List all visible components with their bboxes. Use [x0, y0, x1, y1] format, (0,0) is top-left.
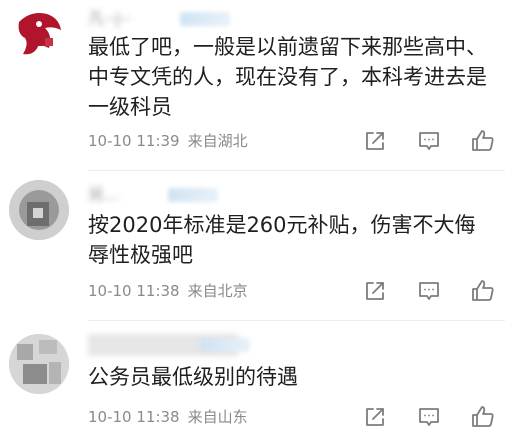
comment-text: 最低了吧，一般是以前遗留下来那些高中、中专文凭的人，现在没有了，本科考进去是一级… — [88, 35, 487, 119]
reply-button[interactable] — [416, 404, 442, 430]
comment-time: 10-10 11:38 — [88, 408, 180, 426]
thumbs-up-icon — [472, 406, 494, 427]
like-button[interactable] — [470, 404, 496, 430]
share-button[interactable] — [362, 278, 388, 304]
share-button[interactable] — [362, 404, 388, 430]
comment-actions — [352, 128, 500, 154]
reply-icon — [419, 282, 439, 300]
share-icon — [366, 282, 384, 300]
comment-location: 来自北京 — [187, 282, 248, 300]
comment-text: 按2020年标准是260元补贴，伤害不大侮辱性极强吧 — [88, 213, 476, 267]
comment-time: 10-10 11:38 — [88, 282, 180, 300]
user-badge — [200, 338, 250, 352]
thumbs-up-icon — [472, 130, 494, 151]
comment-item: · · 公务员最低级别的待遇 10-10 11:38来自山东 — [0, 322, 505, 433]
share-icon — [366, 132, 384, 150]
username[interactable]: 凡·-|-· — [88, 8, 131, 30]
like-button[interactable] — [470, 128, 496, 154]
comment-item: 凡·-|-· 最低了吧，一般是以前遗留下来那些高中、中专文凭的人，现在没有了，本… — [0, 0, 505, 171]
comment-location: 来自湖北 — [187, 132, 248, 150]
reply-button[interactable] — [416, 128, 442, 154]
reply-button[interactable] — [416, 278, 442, 304]
thumbs-up-icon — [472, 280, 494, 301]
reply-icon — [419, 132, 439, 150]
comment-text: 公务员最低级别的待遇 — [88, 365, 298, 389]
comment-list: 凡·-|-· 最低了吧，一般是以前遗留下来那些高中、中专文凭的人，现在没有了，本… — [0, 0, 505, 433]
share-icon — [366, 408, 384, 426]
divider — [88, 320, 505, 321]
avatar[interactable] — [9, 334, 69, 394]
user-badge — [180, 12, 230, 26]
user-badge — [168, 188, 218, 202]
avatar[interactable] — [9, 4, 69, 64]
comment-location: 来自山东 — [187, 408, 248, 426]
username[interactable]: 另... — [88, 184, 119, 206]
share-button[interactable] — [362, 128, 388, 154]
reply-icon — [419, 408, 439, 426]
comment-meta: 10-10 11:39 来自湖北 — [88, 130, 248, 152]
comment-meta: 10-10 11:38 来自北京 — [88, 280, 248, 302]
divider — [88, 170, 505, 171]
comment-item: 另... 按2020年标准是260元补贴，伤害不大侮辱性极强吧 10-10 11… — [0, 172, 505, 321]
comment-time: 10-10 11:39 — [88, 132, 180, 150]
like-button[interactable] — [470, 278, 496, 304]
comment-meta: 10-10 11:38 来自山东 — [88, 406, 248, 428]
avatar[interactable] — [9, 180, 69, 240]
comment-actions — [352, 278, 500, 304]
comment-actions — [352, 404, 500, 430]
